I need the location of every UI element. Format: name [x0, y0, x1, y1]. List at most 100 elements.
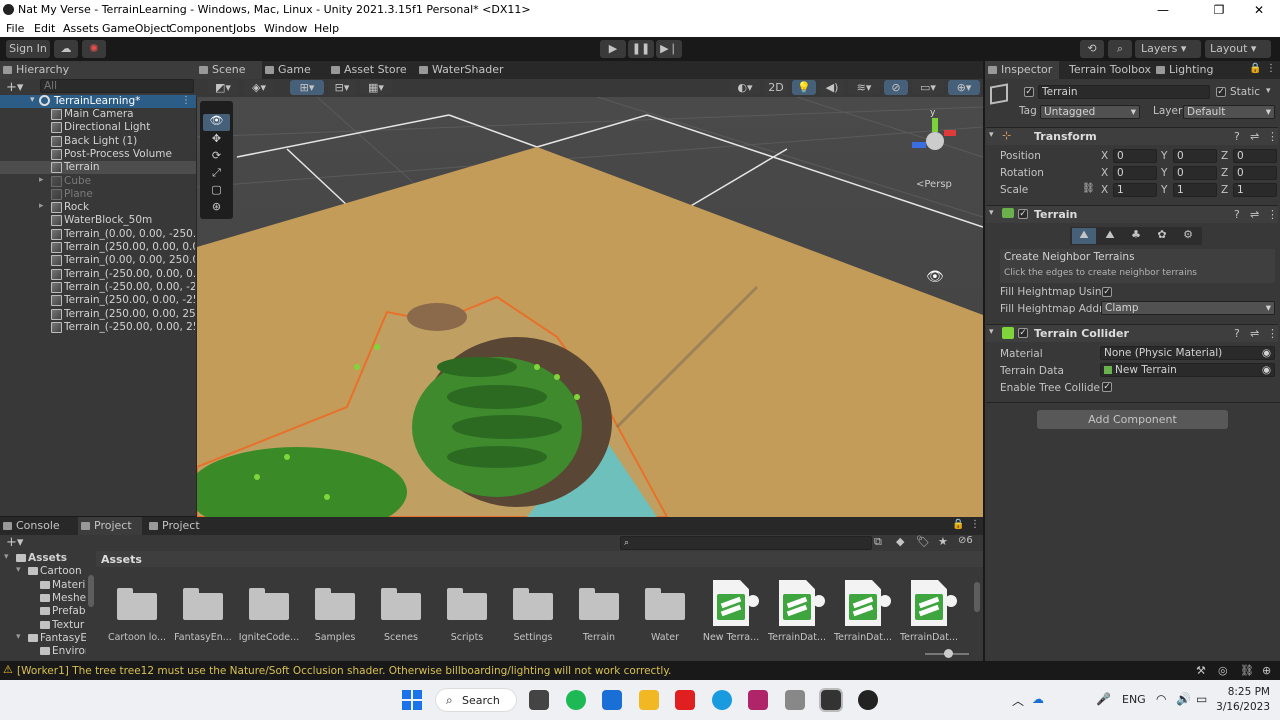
- filter-label-icon[interactable]: ◆: [896, 535, 904, 548]
- onedrive-icon[interactable]: ☁: [1032, 692, 1044, 706]
- folder-tree-item[interactable]: Materi: [52, 579, 86, 591]
- expand-play-icon[interactable]: [747, 595, 759, 607]
- expand-arrow-icon[interactable]: ▾: [4, 552, 9, 562]
- hierarchy-item[interactable]: Cube: [64, 175, 195, 188]
- preset-icon[interactable]: ⇌: [1250, 327, 1259, 340]
- unity-hub-icon[interactable]: [785, 690, 805, 710]
- hierarchy-item[interactable]: Back Light (1): [64, 135, 195, 148]
- asset-folder-icon[interactable]: [183, 588, 223, 620]
- menu-window[interactable]: Window: [264, 22, 307, 35]
- hierarchy-item[interactable]: Main Camera: [64, 108, 195, 121]
- grid-snap-dropdown[interactable]: ⊞▾: [290, 80, 324, 95]
- tab-asset-store[interactable]: Asset Store: [328, 61, 414, 79]
- history-icon[interactable]: ⟲: [1080, 40, 1104, 58]
- more-icon[interactable]: ⋮: [1267, 208, 1278, 221]
- render-mode-dropdown[interactable]: ◐▾: [730, 80, 760, 95]
- draw-mode-dropdown[interactable]: ◩▾: [208, 80, 238, 95]
- camera-dropdown[interactable]: ▭▾: [912, 80, 944, 95]
- hidden-packages-count[interactable]: ⊘6: [958, 535, 973, 546]
- object-name-field[interactable]: Terrain: [1038, 85, 1210, 99]
- help-icon[interactable]: ?: [1234, 208, 1240, 221]
- snap-increment-dropdown[interactable]: ⊟▾: [328, 80, 356, 95]
- menu-help[interactable]: Help: [314, 22, 339, 35]
- expand-play-icon[interactable]: [945, 595, 957, 607]
- asset-folder-icon[interactable]: [315, 588, 355, 620]
- terrain-collider-header[interactable]: ▾ ✓ Terrain Collider ? ⇌ ⋮: [986, 324, 1278, 342]
- layers-dropdown[interactable]: Layers ▾: [1135, 40, 1201, 58]
- asset-folder-icon[interactable]: [249, 588, 289, 620]
- more-icon[interactable]: ⋮: [1267, 327, 1278, 340]
- lighting-toggle-icon[interactable]: 💡: [792, 80, 816, 95]
- audio-toggle-icon[interactable]: ◀): [820, 80, 844, 95]
- mail-icon[interactable]: [602, 690, 622, 710]
- pause-button[interactable]: ❚❚: [628, 40, 654, 58]
- status-message[interactable]: [Worker1] The tree tree12 must use the N…: [17, 665, 671, 677]
- tab-hierarchy[interactable]: Hierarchy: [0, 61, 196, 79]
- link-icon[interactable]: ⛓: [1082, 183, 1095, 194]
- play-button[interactable]: ▶: [600, 40, 626, 58]
- gizmos-dropdown[interactable]: ⊕▾: [948, 80, 980, 95]
- hierarchy-item[interactable]: Terrain_(-250.00, 0.00, 250.00): [64, 321, 195, 334]
- paint-trees-tool-icon[interactable]: ♣: [1124, 228, 1148, 244]
- rotate-tool-icon[interactable]: ⟳: [203, 149, 230, 166]
- transform-tool-icon[interactable]: ⊛: [203, 200, 230, 217]
- expand-arrow-icon[interactable]: ▾: [16, 632, 21, 642]
- create-asset-icon[interactable]: +▾: [6, 535, 23, 550]
- language-indicator[interactable]: ENG: [1122, 693, 1146, 706]
- hierarchy-item[interactable]: Terrain_(250.00, 0.00, 0.00): [64, 241, 195, 254]
- tab-watershader[interactable]: WaterShader: [416, 61, 512, 79]
- menu-assets[interactable]: Assets: [63, 22, 99, 35]
- transform-position-x-field[interactable]: 0: [1113, 149, 1157, 163]
- hierarchy-item[interactable]: Terrain_(250.00, 0.00, -250.00): [64, 294, 195, 307]
- asset-folder-icon[interactable]: [381, 588, 421, 620]
- tab-scene[interactable]: Scene: [196, 61, 262, 79]
- clock-date[interactable]: 3/16/2023: [1212, 701, 1270, 713]
- tray-chevron-icon[interactable]: ︿: [1012, 692, 1024, 709]
- transform-position-z-field[interactable]: 0: [1233, 149, 1277, 163]
- taskbar-search[interactable]: ⌕ Search: [435, 688, 517, 712]
- view-tool-icon[interactable]: 👁: [203, 114, 230, 131]
- object-picker-icon[interactable]: ◉: [1262, 364, 1271, 376]
- tab-lighting[interactable]: Lighting: [1153, 61, 1229, 79]
- folder-tree-item[interactable]: Assets: [28, 552, 86, 564]
- more-icon[interactable]: ⋮: [970, 519, 980, 530]
- start-button[interactable]: [402, 690, 422, 710]
- terrain-data-asset-icon[interactable]: [779, 580, 825, 628]
- transform-position-y-field[interactable]: 0: [1173, 149, 1217, 163]
- terrain-settings-tool-icon[interactable]: ⚙: [1176, 228, 1200, 244]
- active-checkbox[interactable]: ✓: [1024, 87, 1034, 97]
- terrain-data-asset-icon[interactable]: [713, 580, 759, 628]
- debug-icon[interactable]: ⚒: [1196, 664, 1206, 677]
- assets-breadcrumb[interactable]: Assets: [101, 553, 142, 566]
- fill-heightmap-address-dropdown[interactable]: Clamp ▾: [1101, 301, 1275, 315]
- expand-arrow-icon[interactable]: ▾: [30, 95, 35, 105]
- folder-tree-item[interactable]: Prefab: [52, 605, 86, 617]
- task-view-icon[interactable]: [529, 690, 549, 710]
- youtube-icon[interactable]: [675, 690, 695, 710]
- sign-in-button[interactable]: Sign In: [6, 40, 50, 58]
- add-icon[interactable]: +▾: [6, 80, 23, 95]
- favorite-icon[interactable]: ★: [938, 535, 948, 548]
- expand-play-icon[interactable]: [879, 595, 891, 607]
- scene-gizmo[interactable]: y: [910, 108, 960, 166]
- filter-type-icon[interactable]: ⧉: [874, 535, 882, 549]
- project-search-input[interactable]: ⌕: [620, 536, 872, 550]
- tag-dropdown[interactable]: Untagged ▾: [1040, 105, 1140, 119]
- folder-tree-item[interactable]: FantasyE: [40, 632, 86, 644]
- clock-time[interactable]: 8:25 PM: [1224, 686, 1270, 698]
- search-icon[interactable]: ⌕: [1108, 40, 1132, 58]
- step-button[interactable]: ▶❘: [656, 40, 682, 58]
- cloud-icon[interactable]: ☁: [54, 40, 78, 58]
- asset-folder-icon[interactable]: [117, 588, 157, 620]
- menu-component[interactable]: Component: [169, 22, 233, 35]
- tab-inspector[interactable]: Inspector: [985, 61, 1059, 79]
- static-checkbox[interactable]: ✓: [1216, 87, 1226, 97]
- asset-folder-icon[interactable]: [447, 588, 487, 620]
- terrain-data-field[interactable]: New Terrain ◉: [1100, 363, 1275, 377]
- folder-tree-item[interactable]: Enviror: [52, 645, 86, 657]
- minimize-button[interactable]: —: [1140, 0, 1186, 20]
- volume-icon[interactable]: 🔊: [1176, 692, 1191, 706]
- lock-icon[interactable]: 🔒: [1249, 63, 1261, 74]
- lock-icon[interactable]: 🔒: [952, 519, 964, 530]
- bake-icon[interactable]: ◎: [1218, 664, 1228, 677]
